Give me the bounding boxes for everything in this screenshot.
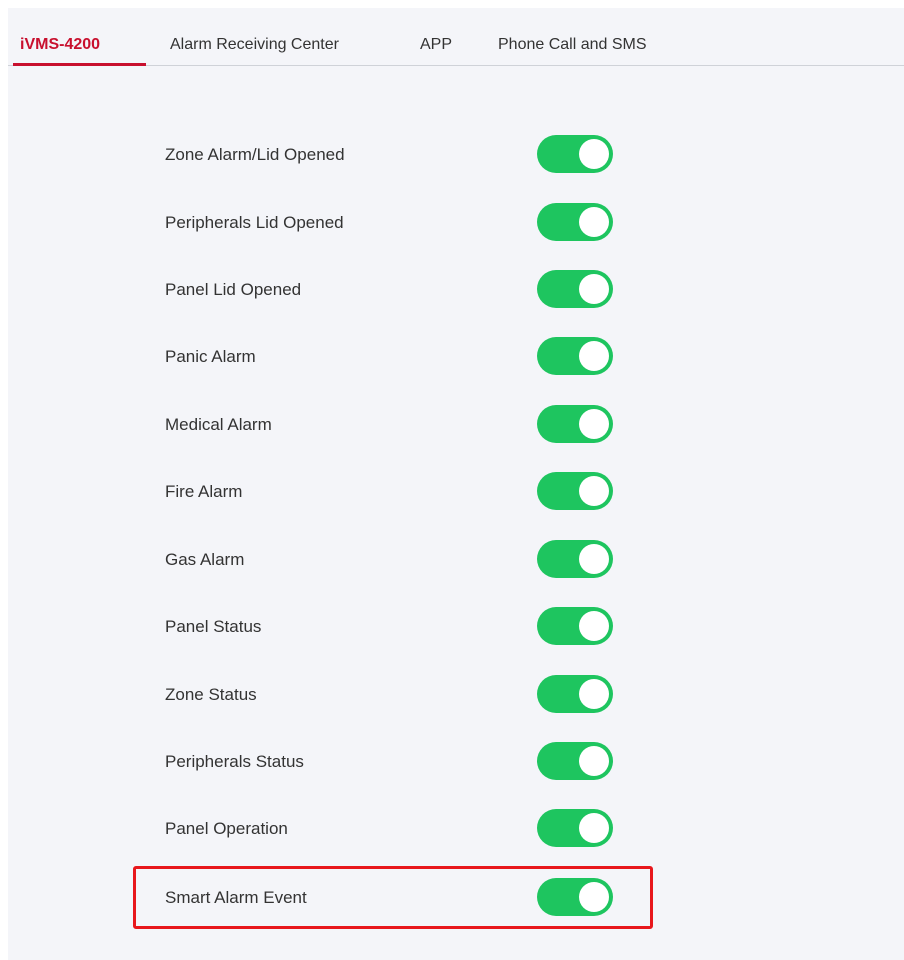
setting-row-panel-operation: Panel Operation <box>8 809 904 849</box>
toggle-knob <box>579 139 609 169</box>
setting-label: Medical Alarm <box>165 415 272 434</box>
setting-row-smart-alarm-event: Smart Alarm Event <box>8 878 904 918</box>
setting-row-fire-alarm: Fire Alarm <box>8 472 904 512</box>
setting-row-zone-status: Zone Status <box>8 675 904 715</box>
smart-alarm-event-toggle[interactable] <box>537 878 613 916</box>
panel-lid-opened-toggle[interactable] <box>537 270 613 308</box>
setting-label: Gas Alarm <box>165 550 245 569</box>
zone-alarm-lid-opened-toggle[interactable] <box>537 135 613 173</box>
toggle-knob <box>579 544 609 574</box>
setting-row-panel-lid-opened: Panel Lid Opened <box>8 270 904 310</box>
tab-app[interactable]: APP <box>420 35 452 55</box>
setting-label: Panic Alarm <box>165 347 256 366</box>
setting-label: Panel Status <box>165 617 262 636</box>
toggle-knob <box>579 341 609 371</box>
panic-alarm-toggle[interactable] <box>537 337 613 375</box>
notification-settings-panel: iVMS-4200 Alarm Receiving Center APP Pho… <box>8 8 904 960</box>
toggle-knob <box>579 274 609 304</box>
setting-row-panel-status: Panel Status <box>8 607 904 647</box>
setting-label: Peripherals Lid Opened <box>165 213 344 232</box>
setting-label: Panel Lid Opened <box>165 280 302 299</box>
setting-label: Panel Operation <box>165 819 288 838</box>
fire-alarm-toggle[interactable] <box>537 472 613 510</box>
gas-alarm-toggle[interactable] <box>537 540 613 578</box>
setting-row-panic-alarm: Panic Alarm <box>8 337 904 377</box>
setting-row-medical-alarm: Medical Alarm <box>8 405 904 445</box>
toggle-knob <box>579 611 609 641</box>
active-tab-indicator <box>13 63 146 66</box>
setting-row-peripherals-lid-opened: Peripherals Lid Opened <box>8 203 904 243</box>
peripherals-lid-opened-toggle[interactable] <box>537 203 613 241</box>
panel-operation-toggle[interactable] <box>537 809 613 847</box>
medical-alarm-toggle[interactable] <box>537 405 613 443</box>
setting-row-gas-alarm: Gas Alarm <box>8 540 904 580</box>
tab-ivms-4200[interactable]: iVMS-4200 <box>20 35 100 55</box>
setting-label: Smart Alarm Event <box>165 888 307 907</box>
panel-status-toggle[interactable] <box>537 607 613 645</box>
zone-status-toggle[interactable] <box>537 675 613 713</box>
tab-alarm-receiving-center[interactable]: Alarm Receiving Center <box>170 35 339 55</box>
toggle-knob <box>579 882 609 912</box>
toggle-knob <box>579 409 609 439</box>
toggle-knob <box>579 476 609 506</box>
toggle-knob <box>579 207 609 237</box>
setting-label: Fire Alarm <box>165 482 243 501</box>
peripherals-status-toggle[interactable] <box>537 742 613 780</box>
toggle-knob <box>579 679 609 709</box>
setting-row-peripherals-status: Peripherals Status <box>8 742 904 782</box>
toggle-knob <box>579 813 609 843</box>
tab-phone-call-and-sms[interactable]: Phone Call and SMS <box>498 35 647 55</box>
setting-label: Zone Alarm/Lid Opened <box>165 145 345 164</box>
tab-bar: iVMS-4200 Alarm Receiving Center APP Pho… <box>8 8 904 66</box>
setting-row-zone-alarm-lid-opened: Zone Alarm/Lid Opened <box>8 135 904 175</box>
setting-label: Zone Status <box>165 685 257 704</box>
toggle-knob <box>579 746 609 776</box>
setting-label: Peripherals Status <box>165 752 304 771</box>
